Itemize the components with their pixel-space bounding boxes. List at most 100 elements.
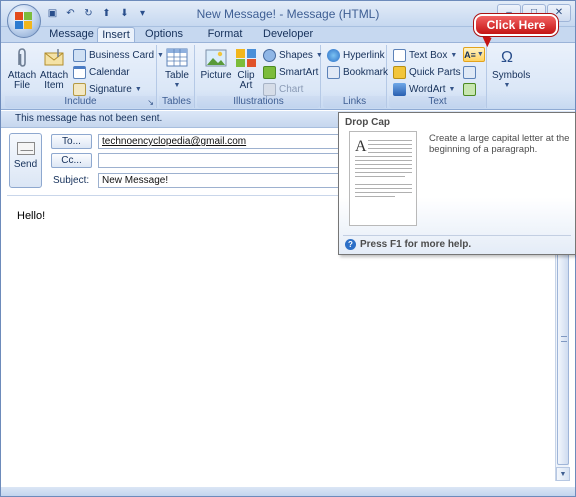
preview-line <box>355 192 412 193</box>
hyperlink-button[interactable]: Hyperlink <box>327 48 385 63</box>
text-box-label: Text Box <box>409 50 448 61</box>
group-label-tables: Tables <box>159 96 194 108</box>
tab-format-text[interactable]: Format Text <box>197 27 253 54</box>
subject-label: Subject: <box>53 175 90 186</box>
preview-line <box>355 160 412 161</box>
quick-parts-label: Quick Parts <box>409 67 461 78</box>
wordart-button[interactable]: WordArt ▼ <box>393 82 455 97</box>
smartart-button[interactable]: SmartArt <box>263 65 318 80</box>
quick-parts-button[interactable]: Quick Parts ▼ <box>393 65 471 80</box>
office-logo-icon <box>15 12 33 30</box>
grip-icon <box>561 336 567 342</box>
preview-line <box>368 152 412 153</box>
drop-cap-tooltip: Drop Cap A Create a large capital letter… <box>338 112 576 255</box>
tab-developer[interactable]: Developer <box>263 27 313 42</box>
chevron-down-icon: ▼ <box>448 86 456 93</box>
symbols-label: Symbols <box>492 70 531 81</box>
wordart-icon <box>393 83 406 96</box>
tooltip-description: Create a large capital letter at the beg… <box>429 133 570 155</box>
attach-file-button[interactable]: Attach File <box>7 47 37 91</box>
group-links: Hyperlink Bookmark Links <box>323 45 388 108</box>
preview-line <box>355 188 412 189</box>
chart-button[interactable]: Chart <box>263 82 303 97</box>
help-icon: ? <box>345 239 356 250</box>
paperclip-icon <box>9 47 35 69</box>
calendar-icon <box>73 66 86 79</box>
signature-label: Signature <box>89 84 132 95</box>
picture-button[interactable]: Picture <box>199 47 233 81</box>
chevron-down-icon: ▼ <box>134 86 142 93</box>
bookmark-button[interactable]: Bookmark <box>327 65 388 80</box>
signature-icon <box>73 83 86 96</box>
dialog-launcher-icon[interactable]: ↘ <box>147 98 154 107</box>
attach-item-button[interactable]: Attach Item <box>39 47 69 91</box>
omega-icon: Ω <box>501 49 513 66</box>
preview-line <box>368 144 412 145</box>
cc-button[interactable]: Cc... <box>51 153 92 168</box>
date-time-button[interactable] <box>463 82 476 97</box>
quick-parts-icon <box>393 66 406 79</box>
tab-insert[interactable]: Insert <box>97 27 135 42</box>
clip-art-label-2: Art <box>239 80 253 91</box>
drop-cap-preview-image: A <box>349 131 417 226</box>
cc-field[interactable] <box>98 153 347 168</box>
group-label-illustrations: Illustrations <box>197 96 320 108</box>
smartart-icon <box>263 66 276 79</box>
calendar-button[interactable]: Calendar <box>73 65 130 80</box>
picture-label: Picture <box>200 70 232 81</box>
tab-options[interactable]: Options <box>143 27 185 42</box>
chevron-down-icon: ▼ <box>173 82 181 89</box>
business-card-label: Business Card <box>89 50 155 61</box>
globe-icon <box>327 49 340 62</box>
tooltip-help-text: Press F1 for more help. <box>360 239 472 250</box>
drop-cap-button[interactable]: A≡ ▼ <box>463 47 485 62</box>
to-field-value: technoencyclopedia@gmail.com <box>102 136 247 147</box>
wordart-label: WordArt <box>409 84 446 95</box>
group-label-text: Text <box>389 96 486 108</box>
scroll-down-icon[interactable]: ▼ <box>556 467 570 481</box>
table-button[interactable]: Table ▼ <box>162 47 192 91</box>
subject-field[interactable]: New Message! <box>98 173 347 188</box>
tooltip-help: ? Press F1 for more help. <box>345 239 471 250</box>
to-button[interactable]: To... <box>51 134 92 149</box>
tooltip-divider <box>343 235 571 236</box>
hyperlink-label: Hyperlink <box>343 50 385 61</box>
to-field[interactable]: technoencyclopedia@gmail.com <box>98 134 347 149</box>
office-button[interactable] <box>7 4 41 38</box>
chart-label: Chart <box>279 84 304 95</box>
bookmark-label: Bookmark <box>343 67 389 78</box>
group-label-include: Include <box>5 96 156 108</box>
picture-icon <box>203 47 229 69</box>
group-illustrations: Picture Clip Art Shapes ▼ SmartArt Chart <box>197 45 323 108</box>
signature-button[interactable]: Signature ▼ <box>73 82 142 97</box>
symbols-button[interactable]: Ω Symbols ▼ <box>492 47 531 91</box>
group-tables: Table ▼ Tables <box>159 45 195 108</box>
preview-line <box>368 140 412 141</box>
bookmark-icon <box>327 66 340 79</box>
send-label: Send <box>13 159 38 170</box>
business-card-icon <box>73 49 86 62</box>
chevron-down-icon: ▼ <box>315 52 323 59</box>
date-time-icon <box>463 83 476 96</box>
clip-art-icon <box>233 47 259 69</box>
tooltip-title: Drop Cap <box>345 117 390 128</box>
table-icon <box>164 47 190 69</box>
text-box-button[interactable]: Text Box ▼ <box>393 48 457 63</box>
tab-message[interactable]: Message <box>49 27 94 42</box>
preview-line <box>355 172 412 173</box>
send-button[interactable]: Send <box>9 133 42 188</box>
group-label-links: Links <box>323 96 386 108</box>
attach-file-label-2: File <box>13 80 31 91</box>
clip-art-button[interactable]: Clip Art <box>233 47 259 91</box>
group-include: Attach File Attach Item Business Card ▼ … <box>5 45 164 108</box>
business-card-button[interactable]: Business Card ▼ <box>73 48 164 63</box>
window-bottom-edge <box>1 487 575 496</box>
signature-line-button[interactable] <box>463 65 476 80</box>
shapes-button[interactable]: Shapes ▼ <box>263 48 323 63</box>
preview-line <box>355 196 395 197</box>
shapes-label: Shapes <box>279 50 313 61</box>
chart-icon <box>263 83 276 96</box>
chevron-down-icon: ▼ <box>503 82 511 89</box>
table-label: Table <box>165 70 189 81</box>
ribbon: Attach File Attach Item Business Card ▼ … <box>1 42 575 110</box>
